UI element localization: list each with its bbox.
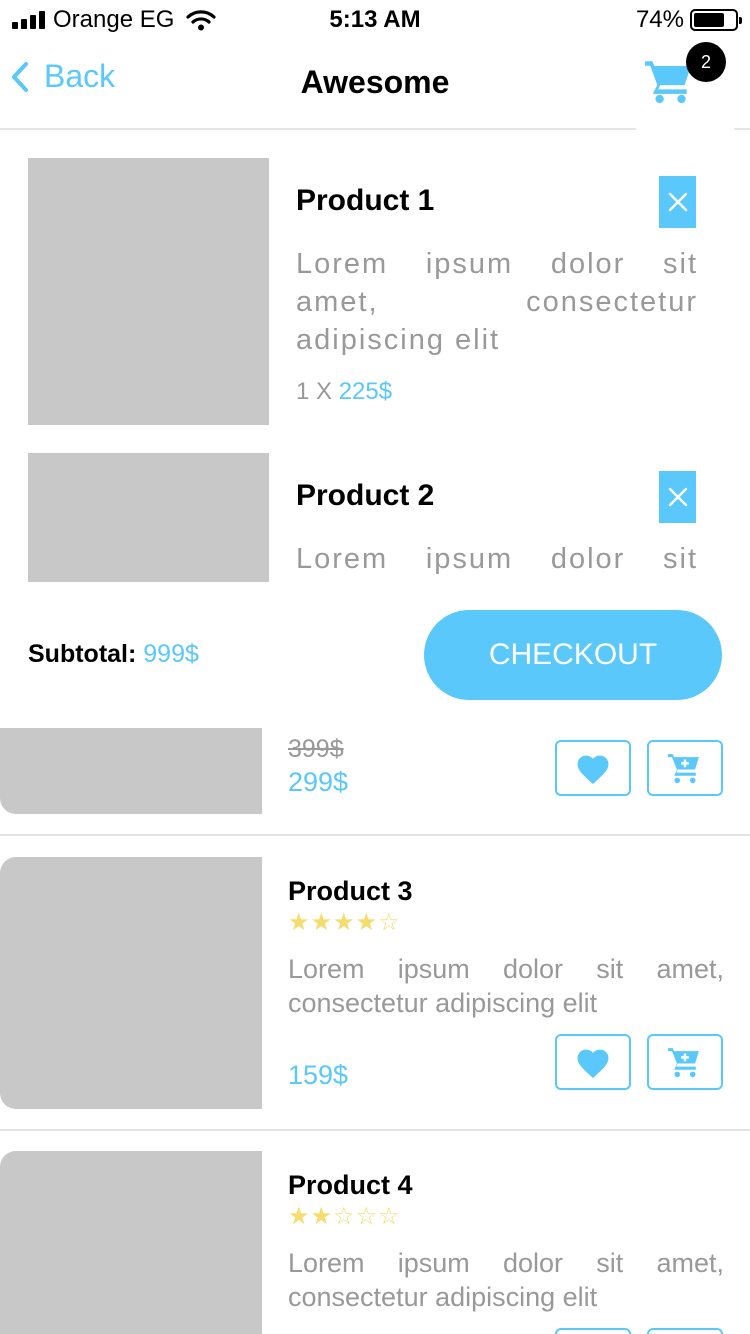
cart-count-badge: 2 [686,42,726,82]
battery-percent: 74% [635,6,684,33]
product-price: 159$ [288,1060,349,1090]
subtotal-label: Subtotal: [28,640,137,668]
product-description: Lorem ipsum dolor sit amet, consectetur … [288,954,724,1018]
battery-icon [690,9,742,31]
heart-icon [577,1049,609,1078]
product-old-price: 399$ [288,735,344,763]
quantity-label: 1 X [296,378,339,405]
status-bar: Orange EG 5:13 AM 74% [0,0,750,40]
product-image[interactable] [0,1151,262,1334]
cart-item-quantity: 1 X 225$ [296,378,392,406]
cart-item-image [28,453,269,582]
cart-footer: Subtotal: 999$ CHECKOUT [0,600,750,728]
status-right: 74% [635,6,742,34]
cart-item-name: Product 1 [296,184,435,217]
cart-item-description: Lorem ipsum dolor sit amet, consectetur … [296,248,698,356]
cart-plus-icon [668,1048,699,1078]
subtotal: Subtotal: 999$ [28,640,199,669]
favorite-button[interactable] [555,1034,631,1090]
close-icon [668,192,687,212]
remove-item-button[interactable] [659,176,696,228]
subtotal-value: 999$ [143,640,199,668]
product-price: 299$ [288,767,349,797]
cart-item-description: Lorem ipsum dolor sit [296,543,698,575]
cart-button[interactable]: 2 [636,40,734,130]
cart-plus-icon [668,754,699,784]
remove-item-button[interactable] [659,471,696,523]
checkout-button[interactable]: CHECKOUT [424,610,722,700]
battery-fill [694,13,724,27]
divider [0,834,750,836]
favorite-button[interactable] [555,1328,631,1334]
product-description: Lorem ipsum dolor sit amet, consectetur … [288,1248,724,1312]
add-to-cart-button[interactable] [647,1328,723,1334]
divider [0,1129,750,1131]
favorite-button[interactable] [555,740,631,796]
add-to-cart-button[interactable] [647,1034,723,1090]
cart-item-image [28,158,269,425]
nav-bar: Back Awesome 2 [0,40,750,130]
cart-dropdown: Product 1 Lorem ipsum dolor sit amet, co… [0,130,750,728]
heart-icon [577,755,609,784]
add-to-cart-button[interactable] [647,740,723,796]
product-image[interactable] [0,857,262,1109]
cart-item-price: 225$ [338,378,393,405]
close-icon [668,487,687,507]
product-name[interactable]: Product 4 [288,1170,413,1201]
product-name[interactable]: Product 3 [288,876,413,907]
rating-stars: ★★★★☆ [288,909,401,936]
rating-stars: ★★☆☆☆ [288,1203,401,1230]
cart-item-name: Product 2 [296,479,435,512]
